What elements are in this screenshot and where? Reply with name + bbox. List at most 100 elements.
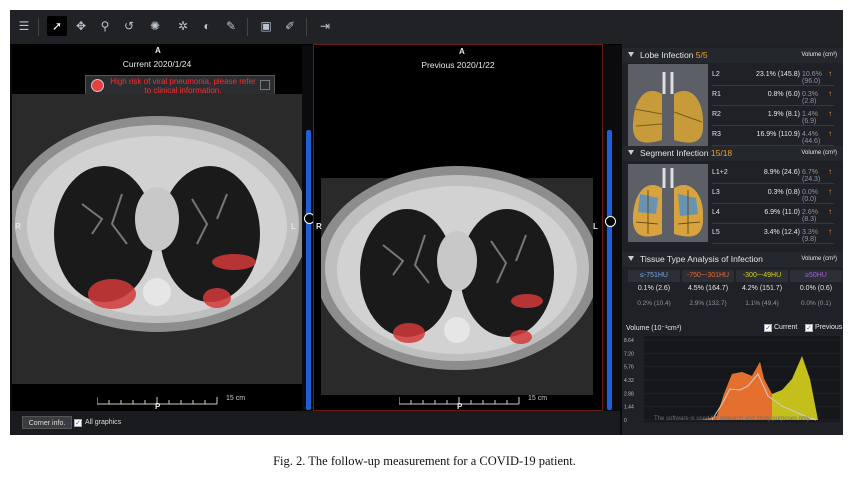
region-name: L2	[712, 71, 720, 78]
toolbar-divider	[38, 18, 39, 36]
toolbar-divider	[247, 18, 248, 36]
y-tick-label: 7.20	[624, 351, 634, 357]
region-name: R2	[712, 111, 721, 118]
orientation-anterior: A	[459, 47, 465, 56]
section-title: Lobe Infection 5/5	[640, 50, 708, 60]
contrast-icon[interactable]: ◐	[197, 16, 217, 36]
region-name: L4	[712, 209, 720, 216]
rotate-icon[interactable]: ↺	[119, 16, 139, 36]
export-icon[interactable]: ⇥	[315, 16, 335, 36]
warning-text: High risk of viral pneumonia, please ref…	[110, 77, 256, 95]
tissue-analysis-header[interactable]: Tissue Type Analysis of Infection Volume…	[622, 252, 843, 267]
orientation-right: R	[15, 222, 21, 231]
viewer-app: ☰ ➚ ✥ ⚲ ↺ ✺ ✲ ◐ ✎ ▣ ✐ ⇥ A Current 2020/1…	[10, 10, 843, 435]
scale-ruler	[399, 397, 520, 405]
table-row[interactable]: R1 0.8% (6.0) 0.3% (2.8) ↑	[712, 86, 834, 105]
current-value: 8.9% (24.6)	[763, 169, 800, 176]
pen-icon[interactable]: ✎	[221, 16, 241, 36]
viewer-bottom-bar: Corner info. ✓ All graphics	[10, 411, 620, 435]
increase-arrow-icon: ↑	[828, 227, 832, 236]
region-name: R3	[712, 131, 721, 138]
increase-arrow-icon: ↑	[828, 89, 832, 98]
slider-handle[interactable]	[605, 216, 616, 227]
figure-caption: Fig. 2. The follow-up measurement for a …	[273, 454, 576, 468]
region-name: L5	[712, 229, 720, 236]
table-row[interactable]: L1+2 8.9% (24.6) 6.7% (24.3) ↑	[712, 164, 834, 183]
unit-label: Volume (cm³)	[801, 52, 837, 58]
unit-label: Volume (cm³)	[801, 256, 837, 262]
toolbar: ☰ ➚ ✥ ⚲ ↺ ✺ ✲ ◐ ✎ ▣ ✐ ⇥	[10, 10, 843, 45]
slice-slider-previous[interactable]	[607, 130, 612, 410]
pan-icon[interactable]: ✥	[71, 16, 91, 36]
zoom-icon[interactable]: ⚲	[95, 16, 115, 36]
previous-value: 0.0% (0.1)	[801, 300, 831, 307]
table-row[interactable]: L5 3.4% (12.4) 3.3% (9.8) ↑	[712, 224, 834, 243]
disclaimer-text: The software is used for research and st…	[654, 416, 811, 422]
table-row[interactable]: R3 16.9% (110.9) 4.4% (44.6) ↑	[712, 126, 834, 145]
section-title: Segment Infection 15/18	[640, 148, 733, 158]
collapse-icon	[628, 52, 634, 57]
increase-arrow-icon: ↑	[828, 167, 832, 176]
ct-scan-image	[12, 94, 302, 384]
hu-range-label: -750~-301HU	[682, 270, 734, 282]
histogram-plot: 8.647.205.764.322.881.440	[624, 336, 840, 424]
table-row[interactable]: L3 0.3% (0.8) 0.0% (0.0) ↑	[712, 184, 834, 203]
table-row[interactable]: L2 23.1% (145.8) 10.6% (96.0) ↑	[712, 66, 834, 85]
table-row[interactable]: R2 1.9% (8.1) 1.4% (6.9) ↑	[712, 106, 834, 125]
toolbar-divider	[306, 18, 307, 36]
increase-arrow-icon: ↑	[828, 69, 832, 78]
region-name: R1	[712, 91, 721, 98]
analysis-panel: Lobe Infection 5/5 Volume (cm³) L2 23.1% …	[622, 44, 843, 435]
current-value: 4.5% (164.7)	[687, 285, 729, 292]
segment-lung-diagram	[628, 164, 708, 242]
current-value: 16.9% (110.9)	[756, 131, 800, 138]
current-value: 4.2% (151.7)	[741, 285, 783, 292]
previous-viewport[interactable]: A Previous 2020/1/22 15 cm	[313, 44, 603, 411]
corner-info-button[interactable]: Corner info.	[22, 416, 72, 429]
segment-infection-header[interactable]: Segment Infection 15/18 Volume (cm³)	[622, 146, 843, 161]
row-divider	[712, 243, 834, 244]
orientation-left: L	[593, 222, 598, 231]
tissue-column: -750~-301HU 4.5% (164.7) 2.9% (132.7)	[682, 270, 734, 324]
alert-icon	[91, 79, 104, 92]
table-row[interactable]: L4 6.9% (11.0) 2.6% (8.3) ↑	[712, 204, 834, 223]
current-legend-checkbox[interactable]: ✓	[764, 324, 772, 332]
collapse-icon	[628, 150, 634, 155]
current-value: 0.0% (0.6)	[799, 285, 833, 292]
all-graphics-label: All graphics	[85, 419, 122, 426]
y-tick-label: 8.64	[624, 338, 634, 344]
menu-icon[interactable]: ☰	[14, 16, 34, 36]
current-value: 3.4% (12.4)	[763, 229, 800, 236]
y-tick-label: 4.32	[624, 378, 634, 384]
tissue-column: ≤-751HU 0.1% (2.6) 0.2% (10.4)	[628, 270, 680, 324]
orientation-right: R	[316, 222, 322, 231]
current-value: 0.3% (0.8)	[767, 189, 800, 196]
legend-current: Current	[774, 324, 798, 331]
overlay-icon[interactable]: ▣	[256, 16, 276, 36]
eraser-icon[interactable]: ✐	[280, 16, 300, 36]
lobe-infection-header[interactable]: Lobe Infection 5/5 Volume (cm³)	[622, 48, 843, 63]
settings-icon[interactable]: ✲	[173, 16, 193, 36]
current-value: 23.1% (145.8)	[756, 71, 800, 78]
region-name: L1+2	[712, 169, 728, 176]
y-tick-label: 5.76	[624, 365, 634, 371]
tissue-column: ≥50HU 0.0% (0.6) 0.0% (0.1)	[790, 270, 842, 324]
close-icon[interactable]	[260, 80, 270, 90]
hu-range-label: ≥50HU	[790, 270, 842, 282]
slice-slider-current[interactable]	[306, 130, 311, 410]
scale-label: 15 cm	[528, 395, 548, 402]
tissue-column: -300~-49HU 4.2% (151.7) 1.1% (49.4)	[736, 270, 788, 324]
increase-arrow-icon: ↑	[828, 187, 832, 196]
current-value: 1.9% (8.1)	[767, 111, 800, 118]
collapse-icon	[628, 256, 634, 261]
current-viewport[interactable]: A Current 2020/1/24 High risk of viral p…	[12, 44, 302, 411]
window-level-icon[interactable]: ✺	[145, 16, 165, 36]
viewport-title: Previous 2020/1/22	[421, 60, 495, 70]
increase-arrow-icon: ↑	[828, 129, 832, 138]
all-graphics-checkbox[interactable]: ✓	[74, 419, 82, 427]
hu-range-label: ≤-751HU	[628, 270, 680, 282]
previous-legend-checkbox[interactable]: ✓	[805, 324, 813, 332]
current-value: 0.8% (6.0)	[767, 91, 800, 98]
pointer-icon[interactable]: ➚	[47, 16, 67, 36]
viewport-title: Current 2020/1/24	[122, 59, 192, 69]
